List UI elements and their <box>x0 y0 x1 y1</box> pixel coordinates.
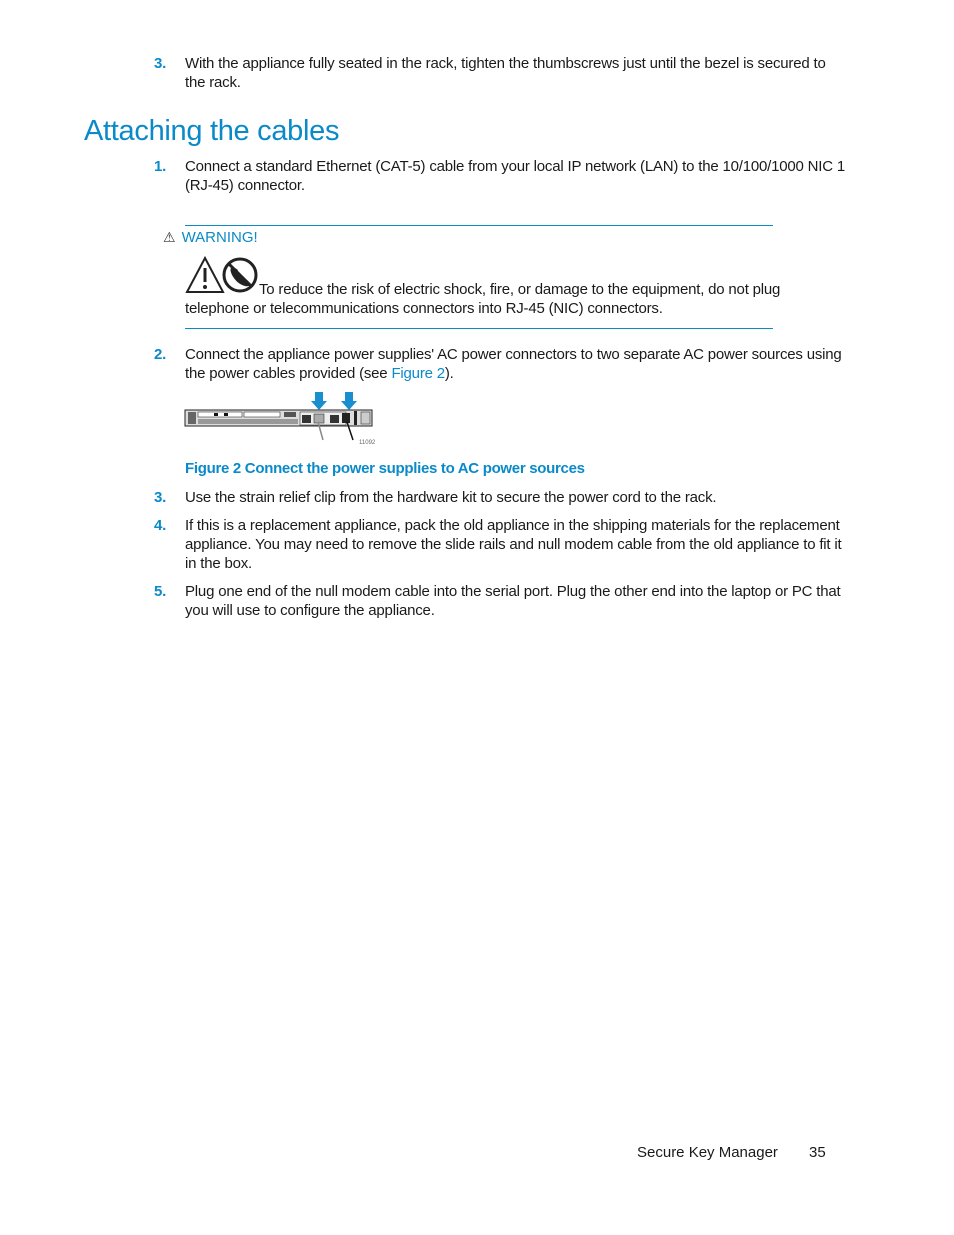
step-text: Connect a standard Ethernet (CAT-5) cabl… <box>185 158 845 194</box>
step-number: 1. <box>154 158 167 175</box>
warning-top-rule <box>185 225 773 226</box>
warning-small-icon: ⚠ <box>163 229 176 245</box>
power-arrow-icon <box>311 392 327 410</box>
warning-bottom-rule <box>185 328 773 329</box>
warning-title: ⚠ WARNING! <box>163 229 258 246</box>
step-number: 4. <box>154 517 167 534</box>
power-arrow-icon <box>341 392 357 410</box>
figure-id-label: 11092 <box>359 440 376 446</box>
no-telephone-icon <box>221 256 259 299</box>
warning-body: To reduce the risk of electric shock, fi… <box>185 255 785 318</box>
step-text: Plug one end of the null modem cable int… <box>185 583 841 619</box>
step-number: 5. <box>154 583 167 600</box>
figure-2-link[interactable]: Figure 2 <box>391 365 445 382</box>
warning-triangle-icon <box>185 255 225 299</box>
step-text-after: ). <box>444 365 454 382</box>
step-text: If this is a replacement appliance, pack… <box>185 517 842 572</box>
step-text-before: Connect the appliance power supplies' AC… <box>185 346 842 382</box>
figure-appliance-diagram <box>184 392 379 457</box>
step-text: Connect the appliance power supplies' AC… <box>185 345 845 383</box>
step-number: 3. <box>154 55 167 72</box>
appliance-rear-panel <box>184 409 373 427</box>
footer-title: Secure Key Manager <box>637 1144 778 1161</box>
warning-title-text: WARNING! <box>181 229 258 246</box>
page-number: 35 <box>809 1144 826 1161</box>
step-text: Use the strain relief clip from the hard… <box>185 489 717 506</box>
figure-caption: Figure 2 Connect the power supplies to A… <box>185 460 585 477</box>
section-heading: Attaching the cables <box>84 115 340 147</box>
step-number: 3. <box>154 489 167 506</box>
step-text: With the appliance fully seated in the r… <box>185 55 826 91</box>
warning-text: To reduce the risk of electric shock, fi… <box>185 281 781 317</box>
step-number: 2. <box>154 346 167 363</box>
